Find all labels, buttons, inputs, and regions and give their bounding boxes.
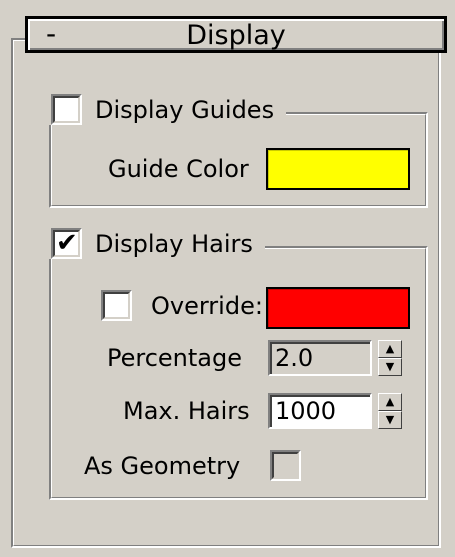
spinner-down-icon[interactable]: ▼: [378, 358, 402, 376]
override-checkbox[interactable]: [101, 290, 132, 321]
percentage-spinner-arrows[interactable]: ▲ ▼: [378, 340, 402, 376]
spinner-up-icon[interactable]: ▲: [378, 393, 402, 411]
guide-color-label: Guide Color: [108, 155, 249, 183]
rollout-title: Display: [186, 20, 286, 51]
max-hairs-spinner[interactable]: 1000 ▲ ▼: [268, 393, 402, 429]
max-hairs-spinner-arrows[interactable]: ▲ ▼: [378, 393, 402, 429]
display-guides-checkbox[interactable]: [51, 94, 82, 125]
spinner-down-icon[interactable]: ▼: [378, 411, 402, 429]
display-guides-label[interactable]: Display Guides: [95, 96, 274, 124]
as-geometry-checkbox[interactable]: [270, 450, 301, 481]
display-guides-legend[interactable]: Display Guides: [44, 94, 287, 125]
percentage-label: Percentage: [107, 344, 243, 372]
override-label[interactable]: Override:: [151, 292, 263, 320]
max-hairs-input[interactable]: 1000: [268, 393, 372, 429]
guide-color-swatch[interactable]: [266, 148, 410, 190]
display-hairs-legend[interactable]: ✔ Display Hairs: [44, 228, 265, 259]
display-rollout-header[interactable]: - Display: [25, 16, 447, 53]
percentage-spinner[interactable]: 2.0 ▲ ▼: [268, 340, 402, 376]
checkmark-icon: ✔: [56, 228, 78, 258]
as-geometry-label: As Geometry: [84, 452, 241, 480]
spinner-up-icon[interactable]: ▲: [378, 340, 402, 358]
display-hairs-checkbox[interactable]: ✔: [51, 228, 82, 259]
display-hairs-label[interactable]: Display Hairs: [95, 230, 253, 258]
override-color-swatch[interactable]: [266, 287, 410, 329]
max-hairs-label: Max. Hairs: [123, 397, 250, 425]
percentage-input[interactable]: 2.0: [268, 340, 372, 376]
